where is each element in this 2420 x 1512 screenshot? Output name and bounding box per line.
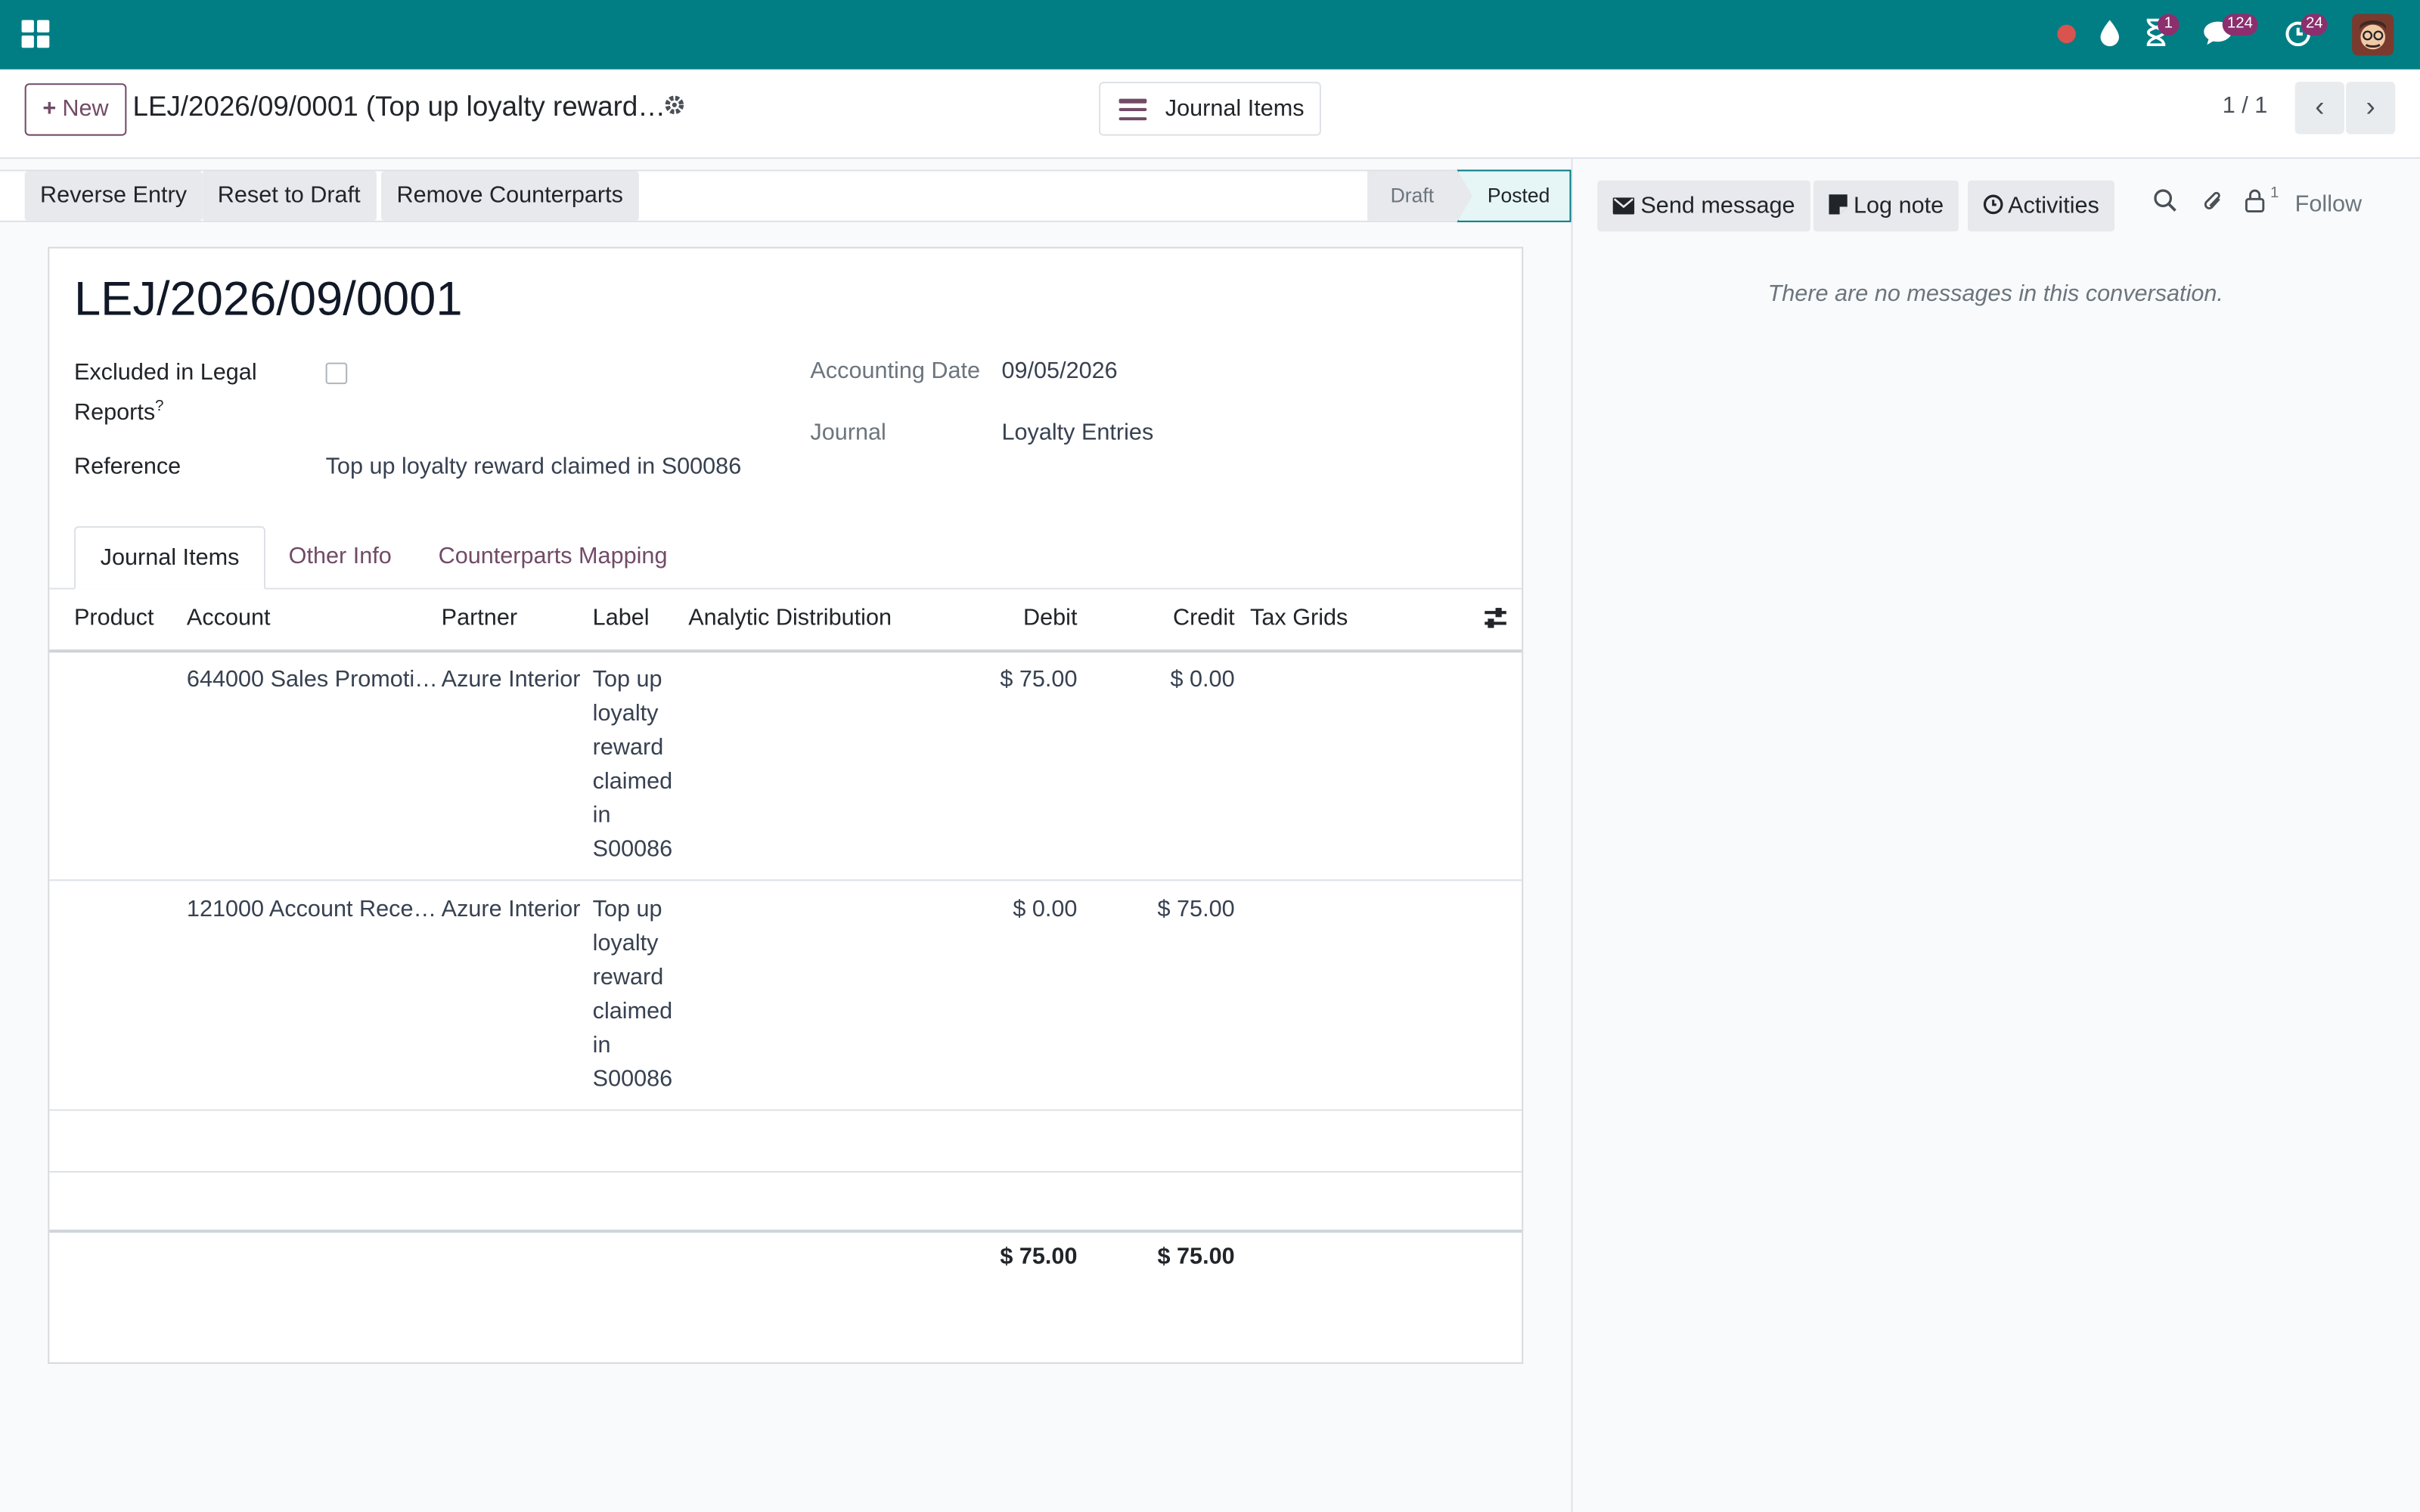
column-header-analytic[interactable]: Analytic Distribution xyxy=(688,605,892,631)
user-avatar[interactable] xyxy=(2352,14,2394,56)
recorder-icon[interactable] xyxy=(2057,24,2076,44)
plus-icon: + xyxy=(42,95,57,122)
followers-lock-icon[interactable] xyxy=(2244,188,2266,222)
reverse-entry-button[interactable]: Reverse Entry xyxy=(24,171,203,221)
messages-badge: 124 xyxy=(2222,14,2258,36)
stage-posted-label: Posted xyxy=(1487,183,1550,207)
column-header-partner[interactable]: Partner xyxy=(442,605,517,631)
optional-columns-icon[interactable] xyxy=(1481,605,1509,633)
form-statusbar: Reverse Entry Reset to Draft Remove Coun… xyxy=(0,169,1571,222)
stage-posted[interactable]: Posted xyxy=(1457,169,1571,222)
note-icon xyxy=(1829,194,1848,215)
remove-counterparts-button[interactable]: Remove Counterparts xyxy=(381,171,639,221)
row2-partner[interactable]: Azure Interior xyxy=(442,894,581,928)
tab-journal-items[interactable]: Journal Items xyxy=(73,525,266,590)
total-debit: $ 75.00 xyxy=(1000,1243,1078,1270)
stage-draft[interactable]: Draft xyxy=(1367,171,1457,221)
top-navbar: 1 124 24 xyxy=(0,0,2420,70)
follow-button[interactable]: Follow xyxy=(2295,191,2362,218)
followers-count: 1 xyxy=(2270,184,2279,203)
smart-button-label: Journal Items xyxy=(1165,95,1305,122)
header-divider xyxy=(49,649,1522,653)
activities-label: Activities xyxy=(2008,193,2099,219)
excluded-label-line1: Excluded in Legal xyxy=(73,359,257,386)
drop-icon[interactable] xyxy=(2099,18,2121,55)
journal-label: Journal xyxy=(810,420,886,446)
row1-debit[interactable]: $ 75.00 xyxy=(939,664,1077,698)
column-header-credit[interactable]: Credit xyxy=(1111,605,1235,631)
record-title: LEJ/2026/09/0001 xyxy=(73,271,463,326)
reset-to-draft-button[interactable]: Reset to Draft xyxy=(202,171,377,221)
row2-label[interactable]: Top up loyalty reward claimed in S00086 xyxy=(593,894,679,1098)
row-divider xyxy=(49,1109,1522,1111)
reference-field[interactable]: Top up loyalty reward claimed in S00086 xyxy=(326,454,742,480)
accounting-date-label: Accounting Date xyxy=(810,358,981,385)
excluded-label: Excluded in Legal Reports? xyxy=(74,356,257,430)
tab-other-info[interactable]: Other Info xyxy=(264,526,416,590)
row1-account[interactable]: 644000 Sales Promoti… xyxy=(187,664,438,698)
column-header-debit[interactable]: Debit xyxy=(954,605,1077,631)
excluded-checkbox[interactable] xyxy=(325,362,348,385)
excluded-label-line2: Reports xyxy=(73,399,156,426)
empty-conversation-text: There are no messages in this conversati… xyxy=(1767,280,2223,308)
breadcrumb-title: LEJ/2026/09/0001 (Top up loyalty reward… xyxy=(132,91,666,122)
send-message-label: Send message xyxy=(1640,193,1795,219)
empty-row-divider xyxy=(49,1170,1522,1173)
row2-debit[interactable]: $ 0.00 xyxy=(939,894,1077,928)
column-header-account[interactable]: Account xyxy=(187,605,271,631)
chatter-panel xyxy=(1571,159,2420,1512)
send-message-button[interactable]: Send message xyxy=(1597,180,1811,232)
new-button[interactable]: + New xyxy=(24,83,127,136)
clock-icon xyxy=(1983,194,2003,215)
tab-counterparts-mapping[interactable]: Counterparts Mapping xyxy=(414,526,692,590)
row2-credit[interactable]: $ 75.00 xyxy=(1096,894,1235,928)
form-sheet xyxy=(48,246,1524,1365)
row1-credit[interactable]: $ 0.00 xyxy=(1096,664,1235,698)
column-header-product[interactable]: Product xyxy=(74,605,154,631)
pager-next-button[interactable]: › xyxy=(2346,82,2396,135)
column-header-label[interactable]: Label xyxy=(593,605,650,631)
accounting-date-field[interactable]: 09/05/2026 xyxy=(1001,358,1117,384)
pager-previous-button[interactable]: ‹ xyxy=(2294,82,2344,135)
timer-badge: 24 xyxy=(2301,14,2328,36)
envelope-icon xyxy=(1612,197,1635,215)
row1-partner[interactable]: Azure Interior xyxy=(442,664,581,698)
paperclip-icon[interactable] xyxy=(2201,188,2226,224)
list-icon xyxy=(1118,98,1147,121)
log-note-label: Log note xyxy=(1854,193,1944,219)
help-tooltip-icon[interactable]: ? xyxy=(155,398,163,415)
total-credit: $ 75.00 xyxy=(1157,1243,1235,1270)
row1-label[interactable]: Top up loyalty reward claimed in S00086 xyxy=(593,664,679,869)
journal-items-smart-button[interactable]: Journal Items xyxy=(1099,82,1321,136)
journal-field[interactable]: Loyalty Entries xyxy=(1001,420,1153,446)
footer-divider xyxy=(49,1229,1522,1233)
control-panel: + New LEJ/2026/09/0001 (Top up loyalty re… xyxy=(0,69,2420,160)
reference-label: Reference xyxy=(73,453,182,480)
column-header-tax-grids[interactable]: Tax Grids xyxy=(1250,605,1348,631)
pager-value[interactable]: 1 / 1 xyxy=(2223,92,2268,119)
apps-menu-icon[interactable] xyxy=(21,20,50,48)
gear-icon[interactable] xyxy=(664,94,686,122)
row-divider xyxy=(49,879,1522,881)
activity-badge: 1 xyxy=(2158,14,2180,36)
row2-account[interactable]: 121000 Account Rece… xyxy=(187,894,436,928)
log-note-button[interactable]: Log note xyxy=(1813,180,1959,232)
new-button-label: New xyxy=(62,95,109,122)
activities-button[interactable]: Activities xyxy=(1968,180,2115,232)
search-icon[interactable] xyxy=(2153,188,2178,222)
